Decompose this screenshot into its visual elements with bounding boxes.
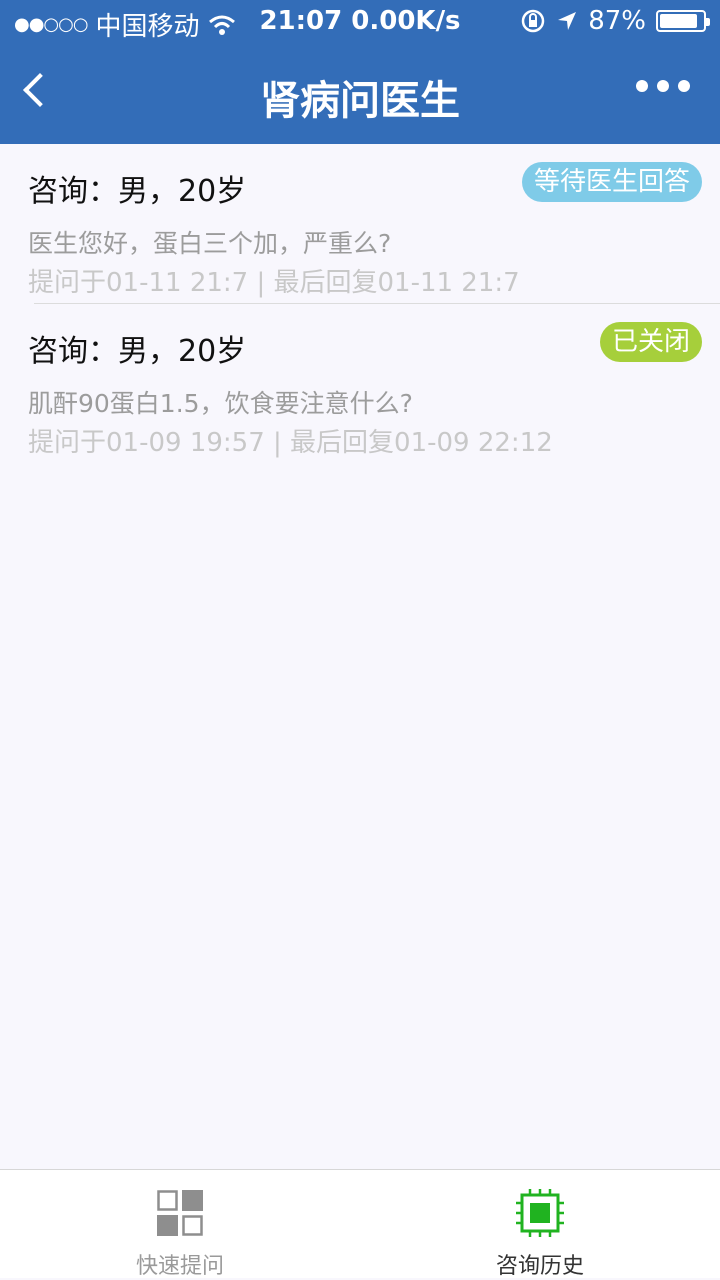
nav-bar: 肾病问医生	[0, 44, 720, 144]
status-right: 87%	[520, 6, 710, 36]
tab-label: 咨询历史	[495, 1254, 584, 1279]
consultation-meta: 提问于01-11 21:7 | 最后回复01-11 21:7	[28, 268, 520, 298]
grid-icon	[157, 1190, 203, 1236]
status-badge: 已关闭	[599, 322, 702, 362]
consultation-item[interactable]: 咨询：男，20岁 已关闭 肌酐90蛋白1.5，饮食要注意什么? 提问于01-09…	[0, 304, 720, 464]
consultation-heading: 咨询：男，20岁	[28, 334, 247, 369]
battery-percent: 87%	[588, 6, 646, 36]
tab-quick-ask[interactable]: 快速提问	[0, 1170, 360, 1279]
more-icon[interactable]	[636, 80, 690, 92]
more-dot	[657, 80, 669, 92]
more-dot	[678, 80, 690, 92]
chip-icon	[516, 1189, 564, 1237]
rotation-lock-icon	[521, 9, 545, 33]
location-icon	[558, 12, 577, 30]
top-bar: ●●○○○ 中国移动 21:07 0.00K/s 87% 肾病问医生	[0, 0, 720, 144]
consultation-list: 咨询：男，20岁 等待医生回答 医生您好，蛋白三个加，严重么? 提问于01-11…	[0, 144, 720, 464]
consultation-item[interactable]: 咨询：男，20岁 等待医生回答 医生您好，蛋白三个加，严重么? 提问于01-11…	[0, 144, 720, 304]
page-title: 肾病问医生	[260, 78, 460, 124]
battery-icon	[656, 10, 710, 32]
tab-bar: 快速提问 咨询历史	[0, 1169, 720, 1279]
status-bar: ●●○○○ 中国移动 21:07 0.00K/s 87%	[0, 0, 720, 44]
status-badge: 等待医生回答	[521, 162, 702, 202]
consultation-question: 医生您好，蛋白三个加，严重么?	[28, 229, 392, 258]
more-dot	[636, 80, 648, 92]
tab-label: 快速提问	[135, 1254, 224, 1279]
battery-fill	[660, 14, 697, 28]
consultation-question: 肌酐90蛋白1.5，饮食要注意什么?	[28, 389, 413, 418]
tab-history[interactable]: 咨询历史	[360, 1170, 720, 1279]
consultation-heading: 咨询：男，20岁	[28, 174, 247, 209]
consultation-meta: 提问于01-09 19:57 | 最后回复01-09 22:12	[28, 428, 553, 458]
